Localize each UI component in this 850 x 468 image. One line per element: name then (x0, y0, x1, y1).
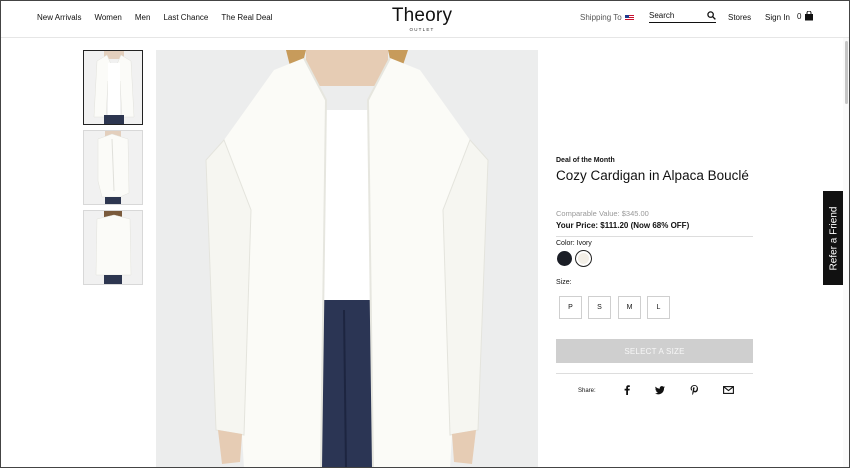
size-option-s[interactable]: S (588, 296, 611, 319)
product-thumbnail-image (84, 131, 142, 204)
comparable-value: Comparable Value: $345.00 (556, 209, 649, 218)
search-input[interactable]: Search (649, 11, 716, 23)
stores-link[interactable]: Stores (728, 13, 751, 22)
selected-color-name: Ivory (576, 240, 592, 247)
select-size-button[interactable]: SELECT A SIZE (556, 339, 753, 363)
color-label: Color: Ivory (556, 240, 592, 247)
search-icon[interactable] (707, 11, 716, 20)
cardigan-model-photo (156, 50, 538, 468)
deal-badge: Deal of the Month (556, 157, 615, 164)
main-nav: New Arrivals Women Men Last Chance The R… (37, 13, 286, 22)
divider (556, 373, 753, 374)
color-swatch-navy[interactable] (557, 251, 572, 266)
cart-button[interactable]: 0 (797, 11, 814, 21)
pinterest-icon[interactable] (688, 384, 700, 396)
product-thumbnail-image (84, 51, 142, 124)
nav-women[interactable]: Women (94, 13, 121, 22)
nav-men[interactable]: Men (135, 13, 151, 22)
email-icon[interactable] (722, 384, 734, 396)
us-flag-icon (624, 14, 634, 21)
thumbnail-side[interactable] (83, 130, 143, 205)
refer-a-friend-label: Refer a Friend (828, 206, 840, 270)
thumbnail-back[interactable] (83, 210, 143, 285)
brand-logo[interactable]: Theory OUTLET (382, 5, 462, 33)
size-option-m[interactable]: M (618, 296, 641, 319)
share-label: Share: (578, 388, 596, 394)
logo-wordmark: Theory (391, 5, 453, 26)
cart-count: 0 (797, 11, 802, 21)
your-price: Your Price: $111.20 (Now 68% OFF) (556, 221, 690, 230)
color-swatch-ivory[interactable] (575, 250, 592, 267)
sign-in-link[interactable]: Sign In (765, 13, 790, 22)
size-option-p[interactable]: P (559, 296, 582, 319)
search-placeholder: Search (649, 11, 675, 20)
size-label: Size: (556, 279, 572, 286)
nav-new-arrivals[interactable]: New Arrivals (37, 13, 81, 22)
site-header: New Arrivals Women Men Last Chance The R… (0, 0, 850, 38)
shipping-selector[interactable]: Shipping To (580, 13, 634, 22)
size-option-l[interactable]: L (647, 296, 670, 319)
refer-a-friend-tab[interactable]: Refer a Friend (823, 191, 844, 285)
facebook-icon[interactable] (621, 384, 633, 396)
divider (556, 236, 753, 237)
color-label-text: Color: (556, 240, 575, 247)
twitter-icon[interactable] (654, 384, 666, 396)
product-thumbnail-image (84, 211, 142, 284)
nav-the-real-deal[interactable]: The Real Deal (221, 13, 272, 22)
shipping-label: Shipping To (580, 13, 622, 22)
product-title: Cozy Cardigan in Alpaca Bouclé (556, 168, 749, 183)
main-product-image[interactable] (156, 50, 538, 468)
shopping-bag-icon (805, 11, 814, 21)
scrollbar-thumb[interactable] (845, 41, 848, 104)
nav-last-chance[interactable]: Last Chance (163, 13, 208, 22)
thumbnail-front[interactable] (83, 50, 143, 125)
logo-subtitle: OUTLET (409, 27, 435, 32)
